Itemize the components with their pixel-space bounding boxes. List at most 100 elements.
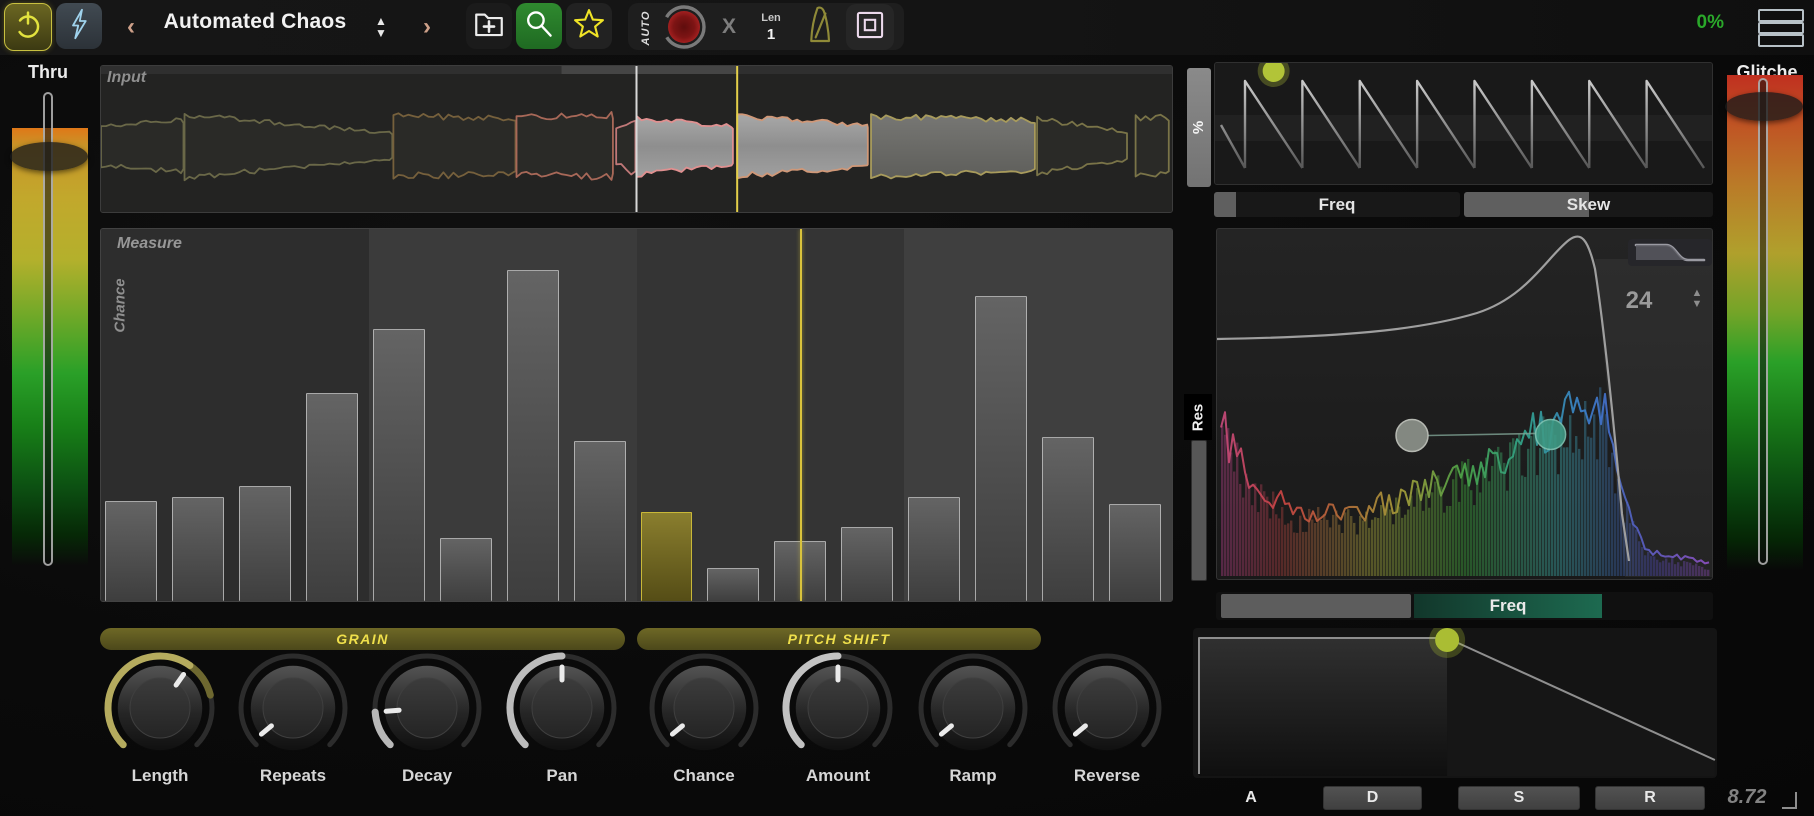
preset-spinner[interactable]: ▲ ▼ <box>368 6 394 48</box>
knob-label: Ramp <box>949 766 997 785</box>
preset-name[interactable]: Automated Chaos <box>150 10 360 34</box>
spinner-down-icon: ▼ <box>1691 298 1703 310</box>
knob-label: Decay <box>401 766 453 785</box>
lfo-skew-slider[interactable]: Skew <box>1464 192 1713 217</box>
chance-bar[interactable] <box>506 269 559 601</box>
filter-slope-spinner[interactable]: ▲ ▼ <box>1686 288 1708 310</box>
metronome-button[interactable] <box>800 5 842 49</box>
clear-button[interactable]: X <box>714 12 744 42</box>
chance-step-editor[interactable]: Measure Chance <box>100 228 1173 602</box>
x-label: X <box>721 15 736 38</box>
power-button[interactable] <box>4 3 52 51</box>
lowpass-slope-icon[interactable] <box>1628 239 1712 266</box>
knob-label: Reverse <box>1073 766 1141 785</box>
metronome-icon <box>805 5 837 50</box>
record-button[interactable] <box>660 3 708 51</box>
measure-title: Measure <box>117 235 182 252</box>
chance-bar[interactable] <box>707 567 760 601</box>
filter-freq-slider[interactable]: Freq <box>1216 592 1713 620</box>
lfo-amount-slider[interactable]: % <box>1187 68 1211 187</box>
filter-freq-fill <box>1221 594 1411 618</box>
lightning-icon <box>64 7 94 46</box>
lfo-display[interactable] <box>1214 62 1713 185</box>
pitch-shift-section-header: PITCH SHIFT <box>637 628 1041 650</box>
toolbar: ‹ Automated Chaos ▲ ▼ › AUTO X Len 1 0% <box>0 0 1814 55</box>
env-decay-slider[interactable]: D <box>1323 786 1422 810</box>
filter-spectrum <box>1217 235 1712 577</box>
env-attack-label[interactable]: A <box>1232 786 1270 810</box>
save-preset-button[interactable] <box>466 3 512 49</box>
len-value: 1 <box>766 25 776 43</box>
knob-label: Chance <box>673 766 735 785</box>
chance-bar[interactable] <box>841 526 894 601</box>
knob-ramp[interactable]: Ramp <box>911 650 1035 796</box>
spinner-down-icon: ▼ <box>375 25 387 40</box>
chance-bar[interactable] <box>1109 504 1161 601</box>
lfo-waveform <box>1215 63 1712 184</box>
glitche-fader-handle[interactable] <box>1725 92 1803 121</box>
len-label: Len <box>761 11 781 24</box>
chevron-left-icon: ‹ <box>127 13 135 40</box>
next-preset-button[interactable]: › <box>414 8 440 46</box>
chart-playhead <box>800 229 803 601</box>
filter-display[interactable] <box>1216 228 1713 580</box>
plugin-window: ‹ Automated Chaos ▲ ▼ › AUTO X Len 1 0% … <box>0 0 1814 816</box>
knob-length[interactable]: Length <box>98 650 222 796</box>
waveform <box>101 66 1172 212</box>
lfo-freq-label: Freq <box>1318 194 1356 214</box>
chance-bar[interactable] <box>305 392 358 601</box>
chance-bar[interactable] <box>975 295 1028 601</box>
bypass-button[interactable] <box>56 3 102 49</box>
envelope-display[interactable] <box>1193 628 1717 778</box>
env-value[interactable]: 8.72 <box>1718 786 1776 809</box>
chance-bar[interactable] <box>573 441 626 601</box>
chance-bar[interactable] <box>640 511 693 601</box>
favorite-button[interactable] <box>566 3 612 49</box>
text-cursor-icon <box>1782 792 1797 809</box>
percent-label: % <box>1190 120 1208 135</box>
cpu-usage: 0% <box>1696 12 1724 33</box>
lfo-skew-label: Skew <box>1566 194 1611 214</box>
knob-decay[interactable]: Decay <box>365 650 489 796</box>
knob-label: Amount <box>805 766 871 785</box>
filter-slope-value[interactable]: 24 <box>1616 287 1662 315</box>
capture-button[interactable] <box>846 4 894 50</box>
knob-pan[interactable]: Pan <box>500 650 624 796</box>
star-icon <box>571 6 607 47</box>
chance-bar[interactable] <box>238 485 291 601</box>
knob-reverse[interactable]: Reverse <box>1045 650 1169 796</box>
folder-plus-icon <box>472 7 506 46</box>
square-in-square-icon <box>851 6 889 49</box>
chance-bar[interactable] <box>1042 437 1095 601</box>
envelope-curve <box>1198 628 1716 776</box>
grain-section-header: GRAIN <box>100 628 625 650</box>
knob-repeats[interactable]: Repeats <box>231 650 355 796</box>
knob-chance[interactable]: Chance <box>642 650 766 796</box>
prev-preset-button[interactable]: ‹ <box>118 8 144 46</box>
menu-button[interactable] <box>1758 7 1804 49</box>
input-waveform-display[interactable]: Input <box>100 65 1173 213</box>
thru-label: Thru <box>28 62 68 82</box>
env-sustain-slider[interactable]: S <box>1458 786 1580 810</box>
env-release-slider[interactable]: R <box>1595 786 1705 810</box>
length-stepper[interactable]: Len 1 <box>750 6 792 48</box>
glitche-fader-track[interactable] <box>1758 78 1768 565</box>
chance-bar[interactable] <box>171 496 224 601</box>
filter-freq-label: Freq <box>1489 596 1527 615</box>
lfo-freq-slider[interactable]: Freq <box>1214 192 1460 217</box>
input-title: Input <box>107 69 147 86</box>
chance-bar[interactable] <box>372 329 425 601</box>
thru-fader-handle[interactable] <box>10 142 88 171</box>
record-icon <box>660 5 708 55</box>
chance-bar[interactable] <box>908 496 961 601</box>
chevron-right-icon: › <box>423 13 431 40</box>
knob-label: Length <box>131 766 189 785</box>
chance-bar[interactable] <box>105 500 157 601</box>
menu-icon <box>1758 9 1804 22</box>
knob-amount[interactable]: Amount <box>776 650 900 796</box>
resonance-slider[interactable] <box>1191 440 1207 581</box>
chance-axis-label: Chance <box>111 278 129 333</box>
search-icon <box>522 7 556 46</box>
chance-bar[interactable] <box>439 537 492 601</box>
browse-presets-button[interactable] <box>516 3 562 49</box>
